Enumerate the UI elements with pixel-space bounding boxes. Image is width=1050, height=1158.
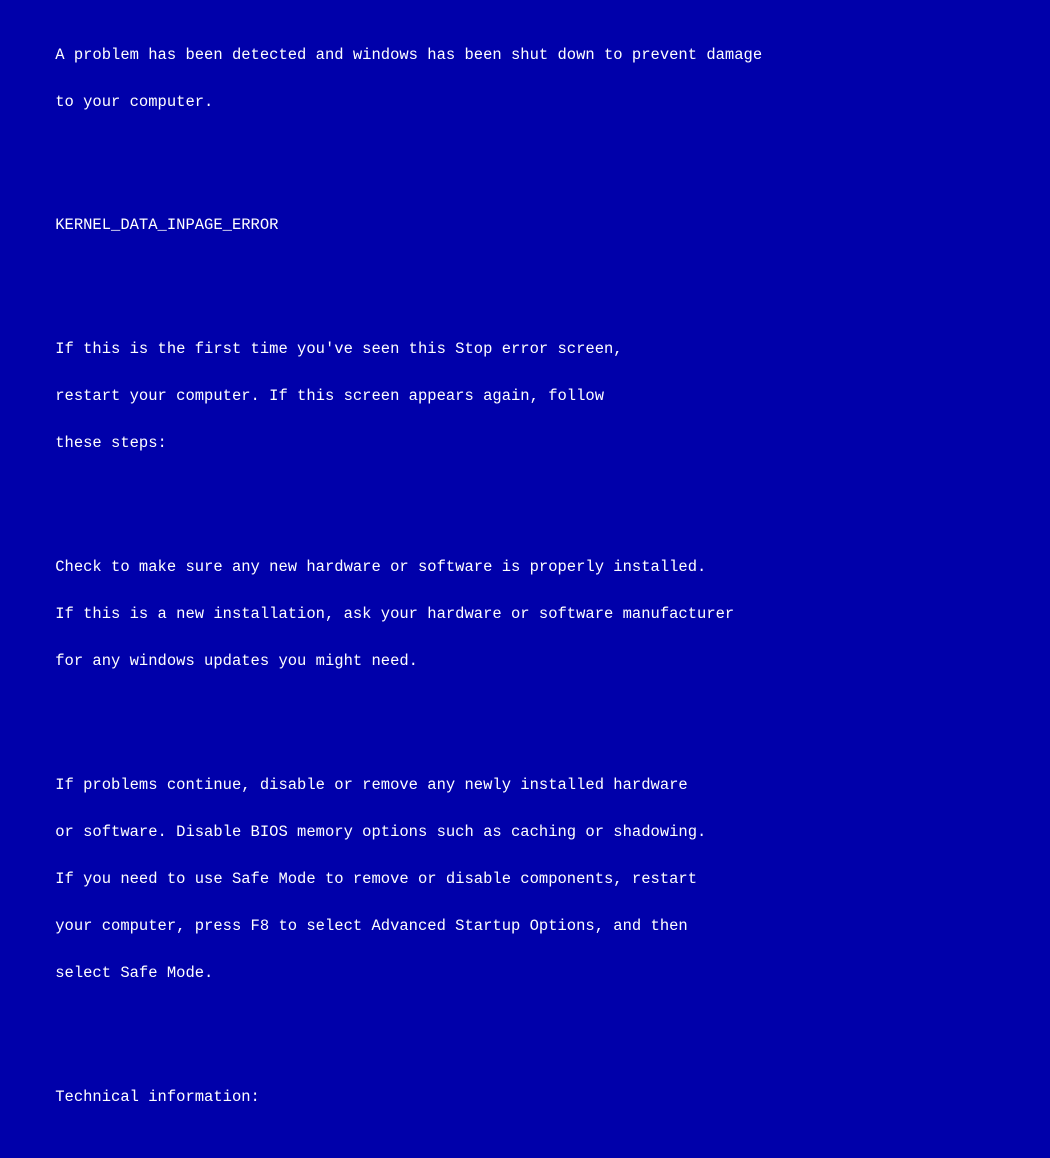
line1: A problem has been detected and windows … [55, 46, 762, 64]
line2: to your computer. [55, 93, 213, 111]
tech-header: Technical information: [55, 1088, 260, 1106]
para1-line1: If this is the first time you've seen th… [55, 340, 622, 358]
para1-line3: these steps: [55, 434, 167, 452]
para2-line3: for any windows updates you might need. [55, 652, 418, 670]
para2-line1: Check to make sure any new hardware or s… [55, 558, 706, 576]
para3-line3: If you need to use Safe Mode to remove o… [55, 870, 697, 888]
para3-line1: If problems continue, disable or remove … [55, 776, 688, 794]
para1-line2: restart your computer. If this screen ap… [55, 387, 604, 405]
error-code-header: KERNEL_DATA_INPAGE_ERROR [55, 216, 278, 234]
para3-line4: your computer, press F8 to select Advanc… [55, 917, 688, 935]
bsod-screen: A problem has been detected and windows … [0, 0, 1050, 579]
para2-line2: If this is a new installation, ask your … [55, 605, 734, 623]
para3-line2: or software. Disable BIOS memory options… [55, 823, 706, 841]
para3-line5: select Safe Mode. [55, 964, 213, 982]
